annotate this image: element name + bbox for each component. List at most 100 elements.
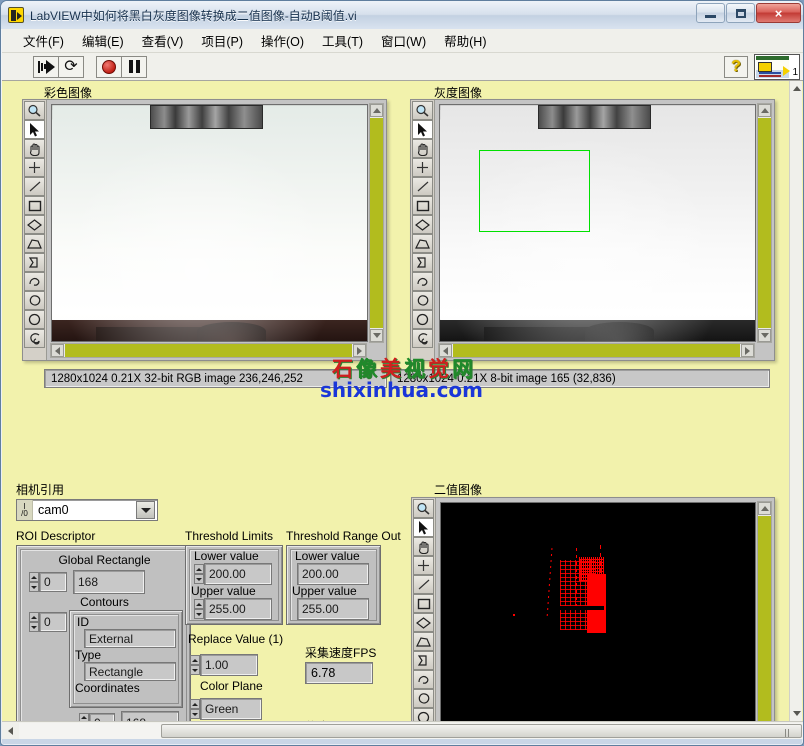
scroll-left-icon[interactable] [51,344,64,357]
coord-index-spinner[interactable] [79,713,89,721]
oval-tool-icon[interactable] [24,310,45,329]
global-rect-index-spinner[interactable] [29,572,39,592]
annulus-tool-icon[interactable] [412,291,433,310]
menu-operate[interactable]: 操作(O) [252,28,313,53]
broken-line-tool-icon[interactable] [413,651,434,670]
vi-connector-icon[interactable]: 1 [754,54,800,80]
vscroll-thumb[interactable] [758,118,771,328]
global-rect-index[interactable]: 0 [39,572,67,592]
color-plane-spinner[interactable] [190,699,200,719]
binary-image-vscrollbar[interactable] [757,501,772,721]
oval-tool-icon[interactable] [413,708,434,721]
polygon-tool-icon[interactable] [412,234,433,253]
selection-arrow-tool-icon[interactable] [412,120,433,139]
broken-line-tool-icon[interactable] [24,253,45,272]
gray-image-display[interactable] [410,99,775,361]
broken-line-tool-icon[interactable] [412,253,433,272]
pan-hand-tool-icon[interactable] [413,537,434,556]
rotated-rectangle-tool-icon[interactable] [24,215,45,234]
tl-upper-value[interactable]: 255.00 [204,598,272,620]
hscroll-thumb[interactable] [161,724,802,738]
gray-image-view[interactable] [439,104,756,342]
replace-value-spinner[interactable] [190,655,200,675]
title-bar[interactable]: LabVIEW中如何将黑白灰度图像转换成二值图像-自动B阈值.vi × [1,1,804,29]
contours-index-spinner[interactable] [29,612,39,632]
scroll-up-icon[interactable] [758,104,771,117]
scroll-left-icon[interactable] [439,344,452,357]
point-tool-icon[interactable] [412,158,433,177]
rectangle-tool-icon[interactable] [24,196,45,215]
replace-value-field[interactable]: 1.00 [200,654,258,676]
polygon-tool-icon[interactable] [24,234,45,253]
pause-button[interactable] [121,56,147,78]
type-value[interactable]: Rectangle [84,662,176,681]
annulus-tool-icon[interactable] [413,689,434,708]
line-tool-icon[interactable] [412,177,433,196]
global-rect-value[interactable]: 168 [73,570,145,594]
hscroll-thumb[interactable] [65,344,352,357]
panel-scroll-down-icon[interactable] [791,708,802,719]
point-tool-icon[interactable] [413,556,434,575]
menu-view[interactable]: 查看(V) [133,28,193,53]
hscroll-left-icon[interactable] [2,723,19,739]
color-image-hscrollbar[interactable] [50,343,367,358]
rotated-rectangle-tool-icon[interactable] [413,613,434,632]
selection-arrow-tool-icon[interactable] [413,518,434,537]
tl-lower-value[interactable]: 200.00 [204,563,272,585]
menu-help[interactable]: 帮助(H) [435,28,495,53]
id-value[interactable]: External [84,629,176,648]
context-help-button[interactable]: ? [724,56,748,78]
annulus-tool-icon[interactable] [24,291,45,310]
binary-image-display[interactable] [411,497,775,721]
line-tool-icon[interactable] [413,575,434,594]
contours-index[interactable]: 0 [39,612,67,632]
pan-hand-tool-icon[interactable] [412,139,433,158]
scroll-up-icon[interactable] [758,502,771,515]
abort-button[interactable] [96,56,122,78]
menu-file[interactable]: 文件(F) [14,28,73,53]
zoom-tool-icon[interactable] [24,101,45,120]
freehand-line-tool-icon[interactable] [24,272,45,291]
close-button[interactable]: × [756,3,801,23]
run-button[interactable] [33,56,59,78]
scroll-right-icon[interactable] [353,344,366,357]
scroll-up-icon[interactable] [370,104,383,117]
rotated-rectangle-tool-icon[interactable] [412,215,433,234]
freehand-region-tool-icon[interactable] [412,329,433,348]
panel-horizontal-scrollbar[interactable] [2,721,804,739]
camera-reference-control[interactable]: I/0 cam0 [16,499,158,521]
coord-index[interactable]: 0 [89,713,115,721]
oval-tool-icon[interactable] [412,310,433,329]
color-image-view[interactable] [51,104,368,342]
zoom-tool-icon[interactable] [413,499,434,518]
panel-vertical-scrollbar[interactable] [789,81,802,721]
coord-value[interactable]: 168 [121,711,179,721]
run-continuously-button[interactable]: ⟳ [58,56,84,78]
zoom-tool-icon[interactable] [412,101,433,120]
freehand-region-tool-icon[interactable] [24,329,45,348]
maximize-button[interactable] [726,3,755,23]
scroll-down-icon[interactable] [370,329,383,342]
hscroll-track[interactable] [19,723,804,739]
gray-image-vscrollbar[interactable] [757,103,772,343]
binary-image-view[interactable] [440,502,756,721]
freehand-line-tool-icon[interactable] [413,670,434,689]
freehand-line-tool-icon[interactable] [412,272,433,291]
menu-window[interactable]: 窗口(W) [372,28,435,53]
rectangle-tool-icon[interactable] [413,594,434,613]
scroll-right-icon[interactable] [741,344,754,357]
polygon-tool-icon[interactable] [413,632,434,651]
line-tool-icon[interactable] [24,177,45,196]
hscroll-thumb[interactable] [453,344,740,357]
scroll-down-icon[interactable] [758,329,771,342]
rectangle-tool-icon[interactable] [412,196,433,215]
minimize-button[interactable] [696,3,725,23]
menu-project[interactable]: 项目(P) [192,28,252,53]
vscroll-thumb[interactable] [758,516,771,721]
point-tool-icon[interactable] [24,158,45,177]
tl-upper-spinner[interactable] [194,599,204,619]
color-image-display[interactable] [22,99,387,361]
vscroll-thumb[interactable] [370,118,383,328]
color-plane-value[interactable]: Green [200,698,262,720]
selection-arrow-tool-icon[interactable] [24,120,45,139]
